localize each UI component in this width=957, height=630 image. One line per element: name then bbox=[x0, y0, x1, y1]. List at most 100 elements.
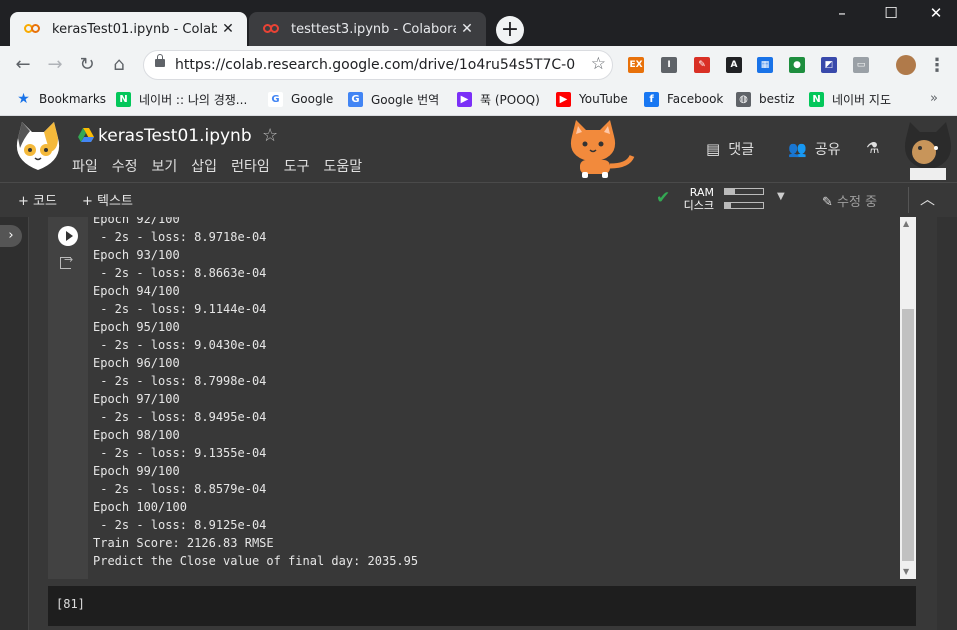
output-line: - 2s - loss: 8.9125e-04 bbox=[93, 518, 267, 532]
share-button[interactable]: 👥 공유 bbox=[788, 139, 840, 159]
editing-label: 수정 중 bbox=[837, 195, 878, 210]
translate-icon: G bbox=[348, 91, 363, 107]
url-input[interactable]: https://colab.research.google.com/drive/… bbox=[143, 50, 613, 80]
pin-icon[interactable]: ✎ bbox=[694, 57, 710, 73]
ex-icon[interactable]: EX bbox=[628, 57, 644, 73]
lock-green-icon[interactable]: ● bbox=[789, 57, 805, 73]
home-icon[interactable]: ⌂ bbox=[106, 52, 132, 78]
bookmark-item[interactable]: f Facebook bbox=[644, 89, 723, 109]
comment-button[interactable]: ▤ 댓글 bbox=[706, 139, 754, 159]
menu-bar: 파일 수정 보기 삽입 런타임 도구 도움말 bbox=[72, 156, 362, 176]
tab-testtest3[interactable]: testtest3.ipynb - Colaboratory ✕ bbox=[249, 12, 486, 46]
bookmark-item[interactable]: ▶ YouTube bbox=[556, 89, 628, 109]
divider bbox=[908, 187, 909, 213]
notebook-toolbar: + 코드 + 텍스트 ✔ RAM 디스크 ▼ ✎ 수정 중 ︿ bbox=[0, 182, 957, 217]
bookmark-item[interactable]: N 네이버 :: 나의 경쟁... bbox=[116, 89, 247, 109]
bookmark-label: Facebook bbox=[667, 92, 724, 106]
close-window-button[interactable]: ✕ bbox=[913, 4, 957, 22]
resource-labels[interactable]: RAM 디스크 bbox=[680, 186, 714, 212]
output-line: - 2s - loss: 8.7998e-04 bbox=[93, 374, 267, 388]
chevron-down-icon[interactable]: ▼ bbox=[777, 191, 785, 202]
people-icon: 👥 bbox=[788, 140, 807, 158]
output-line: - 2s - loss: 9.1144e-04 bbox=[93, 302, 267, 316]
forward-icon[interactable]: → bbox=[42, 52, 68, 78]
bookmark-item[interactable]: ★ Bookmarks bbox=[16, 89, 106, 109]
colab-icon bbox=[24, 23, 42, 35]
bookmark-item[interactable]: N 네이버 지도 bbox=[809, 89, 891, 109]
info-icon[interactable]: I bbox=[661, 57, 677, 73]
run-cell-icon[interactable] bbox=[58, 226, 78, 246]
output-line: - 2s - loss: 8.8663e-04 bbox=[93, 266, 267, 280]
page-scrollbar[interactable] bbox=[937, 217, 957, 630]
black-cat-icon bbox=[904, 122, 952, 180]
bookmark-item[interactable]: G Google bbox=[268, 89, 333, 109]
menu-help[interactable]: 도움말 bbox=[323, 156, 362, 176]
menu-edit[interactable]: 수정 bbox=[112, 156, 138, 176]
cell-output: Epoch 92/100 - 2s - loss: 8.9718e-04 Epoc… bbox=[88, 217, 900, 579]
output-clear-icon[interactable] bbox=[60, 253, 73, 269]
new-tab-button[interactable]: + bbox=[496, 16, 524, 44]
ram-usage-bar bbox=[724, 188, 764, 195]
bookmark-item[interactable]: ▶ 푹 (POOQ) bbox=[457, 89, 540, 109]
output-line: Epoch 99/100 bbox=[93, 464, 180, 478]
menu-runtime[interactable]: 런타임 bbox=[231, 156, 270, 176]
menu-view[interactable]: 보기 bbox=[152, 156, 178, 176]
bookmarks-bar: ★ Bookmarks N 네이버 :: 나의 경쟁... G Google G Google… bbox=[0, 84, 957, 116]
bookmarks-overflow-icon[interactable]: » bbox=[930, 91, 938, 106]
notebook-title[interactable]: kerasTest01.ipynb bbox=[98, 126, 252, 146]
browser-tab-strip: kerasTest01.ipynb - Colaboratory ✕ testt… bbox=[0, 0, 957, 46]
output-line: Epoch 94/100 bbox=[93, 284, 180, 298]
output-line: Epoch 97/100 bbox=[93, 392, 180, 406]
share-label: 공유 bbox=[814, 142, 841, 158]
output-line: Epoch 92/100 bbox=[93, 217, 180, 226]
window-icon[interactable]: ▭ bbox=[853, 57, 869, 73]
bookmark-item[interactable]: ◍ bestiz bbox=[736, 89, 795, 109]
cat-logo-icon bbox=[16, 122, 60, 170]
menu-tools[interactable]: 도구 bbox=[284, 156, 310, 176]
output-line: - 2s - loss: 9.1355e-04 bbox=[93, 446, 267, 460]
browser-menu-icon[interactable]: ⋮ bbox=[928, 55, 946, 76]
bookmark-star-icon[interactable]: ☆ bbox=[591, 54, 606, 74]
comment-icon: ▤ bbox=[706, 140, 721, 158]
chevron-up-icon[interactable]: ︿ bbox=[920, 188, 935, 209]
close-tab-icon[interactable]: ✕ bbox=[456, 21, 478, 37]
add-code-button[interactable]: + 코드 bbox=[18, 190, 57, 209]
bookmark-item[interactable]: G Google 번역 bbox=[348, 89, 439, 109]
address-bar: ← → ↻ ⌂ https://colab.research.google.co… bbox=[0, 46, 957, 84]
reload-icon[interactable]: ↻ bbox=[74, 52, 100, 78]
expand-sidebar-icon[interactable]: › bbox=[0, 225, 22, 247]
scroll-up-icon[interactable]: ▲ bbox=[903, 219, 909, 228]
naver-icon: N bbox=[116, 91, 131, 107]
lab-flask-button[interactable]: ⚗ bbox=[866, 139, 887, 157]
output-line: - 2s - loss: 8.9718e-04 bbox=[93, 230, 267, 244]
back-icon[interactable]: ← bbox=[10, 52, 36, 78]
scroll-down-icon[interactable]: ▼ bbox=[903, 567, 909, 576]
output-line: Epoch 100/100 bbox=[93, 500, 187, 514]
close-tab-icon[interactable]: ✕ bbox=[217, 21, 239, 37]
editing-mode-button[interactable]: ✎ 수정 중 bbox=[822, 191, 877, 210]
profile-avatar[interactable] bbox=[896, 55, 916, 75]
menu-file[interactable]: 파일 bbox=[72, 156, 98, 176]
output-line: Epoch 98/100 bbox=[93, 428, 180, 442]
menu-insert[interactable]: 삽입 bbox=[191, 156, 217, 176]
bookmark-label: 네이버 지도 bbox=[832, 92, 892, 107]
tab-kerastest01[interactable]: kerasTest01.ipynb - Colaboratory ✕ bbox=[10, 12, 247, 46]
left-sidebar-strip bbox=[0, 217, 29, 630]
flag-icon[interactable]: ◩ bbox=[821, 57, 837, 73]
connected-check-icon: ✔ bbox=[656, 188, 671, 208]
google-drive-icon[interactable] bbox=[78, 128, 94, 142]
scroll-thumb[interactable] bbox=[902, 309, 914, 561]
youtube-icon: ▶ bbox=[556, 91, 571, 107]
minimize-button[interactable]: – bbox=[819, 4, 865, 22]
output-line: - 2s - loss: 8.8579e-04 bbox=[93, 482, 267, 496]
url-text: https://colab.research.google.com/drive/… bbox=[175, 57, 575, 73]
star-icon[interactable]: ☆ bbox=[262, 125, 278, 146]
next-code-cell[interactable]: [81] bbox=[48, 586, 916, 626]
font-icon[interactable]: A bbox=[726, 57, 742, 73]
output-scrollbar[interactable]: ▲ ▼ bbox=[900, 217, 916, 579]
disk-usage-bar bbox=[724, 202, 764, 209]
bookmark-label: 네이버 :: 나의 경쟁... bbox=[139, 92, 248, 107]
screen-icon[interactable]: ▦ bbox=[757, 57, 773, 73]
maximize-button[interactable]: ☐ bbox=[868, 4, 914, 22]
add-text-button[interactable]: + 텍스트 bbox=[82, 190, 133, 209]
